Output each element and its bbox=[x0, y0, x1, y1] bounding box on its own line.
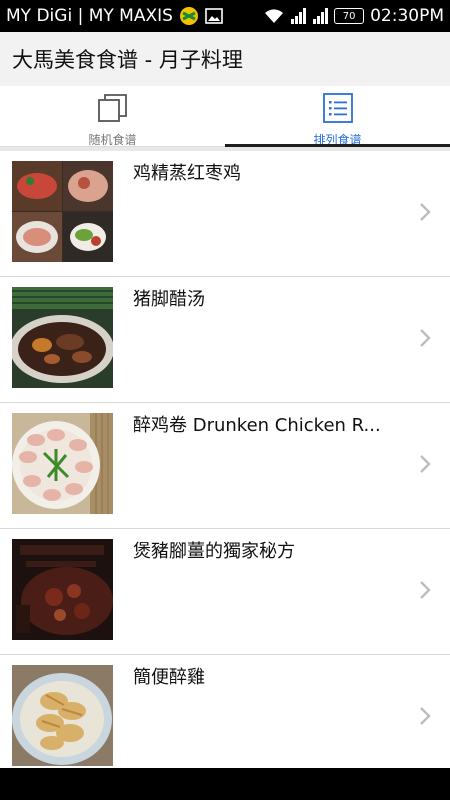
recipe-thumbnail bbox=[12, 161, 113, 262]
recipe-title: 煲豬腳薑的獨家秘方 bbox=[133, 541, 295, 562]
carrier-label: MY DiGi | MY MAXIS bbox=[6, 6, 173, 26]
list-item[interactable]: 鸡精蒸红枣鸡 bbox=[0, 151, 450, 277]
list-item[interactable]: 簡便醉雞 bbox=[0, 655, 450, 781]
recipe-thumbnail bbox=[12, 665, 113, 766]
wifi-icon bbox=[264, 8, 284, 24]
image-notification-icon bbox=[205, 8, 223, 24]
app-title: 大馬美食食谱 - 月子料理 bbox=[12, 48, 243, 72]
signal-2-icon bbox=[312, 8, 329, 24]
notification-app-icon bbox=[179, 6, 199, 26]
tab-label: 随机食谱 bbox=[88, 133, 137, 147]
chevron-right-icon bbox=[420, 329, 431, 347]
list-item[interactable]: 猪脚醋汤 bbox=[0, 277, 450, 403]
clock: 02:30PM bbox=[370, 6, 444, 26]
recipe-thumbnail bbox=[12, 413, 113, 514]
chevron-right-icon bbox=[420, 203, 431, 221]
chevron-right-icon bbox=[420, 581, 431, 599]
chevron-right-icon bbox=[420, 455, 431, 473]
list-item[interactable]: 煲豬腳薑的獨家秘方 bbox=[0, 529, 450, 655]
list-item[interactable]: 醉鸡卷 Drunken Chicken R... bbox=[0, 403, 450, 529]
copy-squares-icon bbox=[97, 92, 129, 128]
recipe-title: 醉鸡卷 Drunken Chicken R... bbox=[133, 415, 381, 436]
status-bar: MY DiGi | MY MAXIS 70 02:30PM bbox=[0, 0, 450, 32]
recipe-title: 簡便醉雞 bbox=[133, 667, 205, 688]
recipe-title: 猪脚醋汤 bbox=[133, 289, 205, 310]
tab-sorted-recipes[interactable]: 排列食谱 bbox=[225, 86, 450, 147]
tab-random-recipes[interactable]: 随机食谱 bbox=[0, 86, 225, 147]
recipe-thumbnail bbox=[12, 539, 113, 640]
list-icon bbox=[322, 92, 354, 128]
tab-bar: 随机食谱 排列食谱 bbox=[0, 86, 450, 147]
recipe-title: 鸡精蒸红枣鸡 bbox=[133, 163, 241, 184]
system-nav-bar bbox=[0, 768, 450, 800]
recipe-thumbnail bbox=[12, 287, 113, 388]
recipe-list[interactable]: 鸡精蒸红枣鸡 猪脚醋汤 醉鸡卷 Drunken Chicken R... 煲豬腳… bbox=[0, 151, 450, 781]
tab-label: 排列食谱 bbox=[313, 133, 362, 147]
app-bar: 大馬美食食谱 - 月子料理 bbox=[0, 32, 450, 86]
signal-1-icon bbox=[290, 8, 307, 24]
chevron-right-icon bbox=[420, 707, 431, 725]
battery-icon: 70 bbox=[334, 8, 365, 24]
